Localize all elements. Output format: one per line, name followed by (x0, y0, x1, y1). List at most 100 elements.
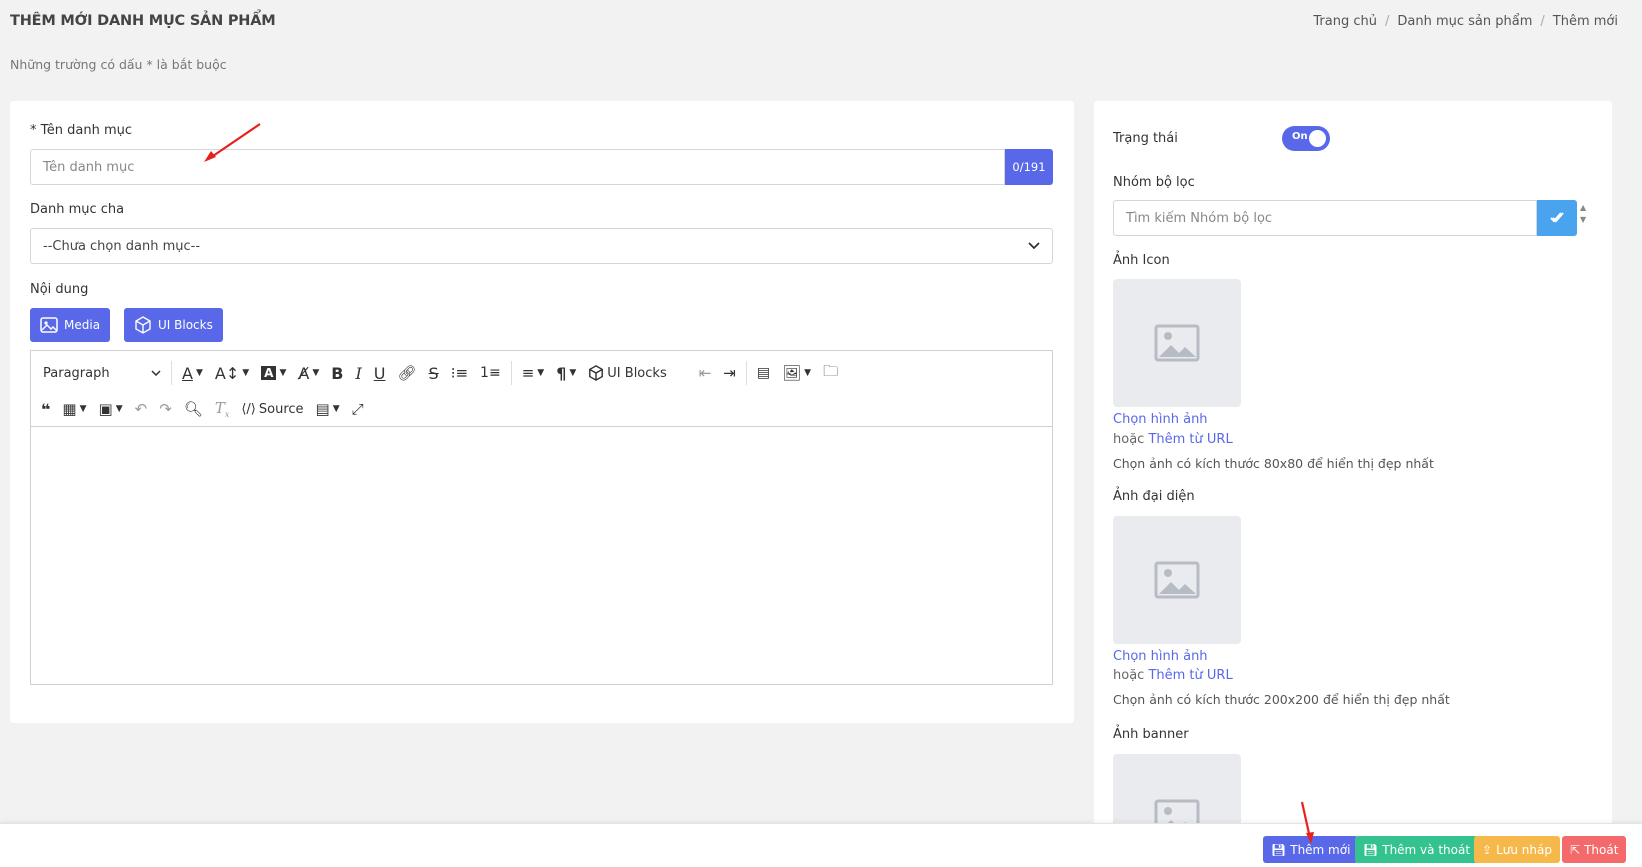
blockquote-button[interactable]: ❝ (31, 394, 56, 424)
avatar-choose-image-link[interactable]: Chọn hình ảnh (1113, 649, 1208, 664)
status-toggle-label: On (1292, 131, 1308, 142)
parent-select-value: --Chưa chọn danh mục-- (43, 238, 201, 254)
chevron-down-icon (1028, 242, 1040, 250)
align-button[interactable]: ≡ ▼ (516, 358, 551, 388)
breadcrumb: Trang chủ / Danh mục sản phẩm / Thêm mới (1313, 14, 1618, 29)
filter-spinner[interactable]: ▲ ▼ (1580, 202, 1586, 226)
parent-label: Danh mục cha (30, 202, 125, 217)
remove-format-icon: Tx (214, 399, 230, 419)
html-embed-icon: ▤ (756, 365, 771, 381)
chevron-down-icon: ▼ (242, 368, 250, 378)
ui-blocks-button[interactable]: UI Blocks (124, 308, 223, 342)
breadcrumb-category[interactable]: Danh mục sản phẩm (1397, 14, 1532, 29)
italic-icon: I (355, 363, 362, 383)
chevron-down-icon: ▼ (195, 368, 203, 378)
font-size-button[interactable]: A↕ ▼ (209, 358, 255, 388)
name-field-group: Tên danh mục 0/191 (30, 149, 1053, 185)
chevron-down-icon: ▼ (79, 404, 87, 414)
fullscreen-button[interactable]: ⤢ (346, 394, 370, 424)
chevron-down-icon: ▼ (312, 368, 320, 378)
toggle-knob (1309, 130, 1326, 147)
fullscreen-icon: ⤢ (351, 400, 364, 418)
avatar-or-text: hoặc (1113, 668, 1145, 683)
find-replace-button[interactable]: 🔍︎ (178, 394, 209, 424)
annotation-arrow (1300, 801, 1314, 844)
icon-image-label: Ảnh Icon (1113, 253, 1170, 268)
indent-button[interactable]: ⇥ (717, 358, 742, 388)
redo-button[interactable]: ↷ (153, 394, 178, 424)
avatar-add-url-link[interactable]: Thêm từ URL (1148, 668, 1232, 683)
font-color-button[interactable]: A ▼ (176, 358, 209, 388)
indent-icon: ⇥ (723, 364, 736, 382)
bulleted-list-icon: ⁝≡ (450, 364, 469, 382)
icon-url-line: hoặc Thêm từ URL (1113, 432, 1233, 447)
spinner-down-icon[interactable]: ▼ (1580, 214, 1586, 226)
table-button[interactable]: ▦ ▼ (56, 394, 92, 424)
toolbar-separator (745, 361, 747, 385)
status-toggle[interactable]: On (1282, 126, 1330, 151)
undo-button[interactable]: ↶ (129, 394, 154, 424)
link-button[interactable]: 🔗︎ (392, 358, 423, 388)
parent-select[interactable]: --Chưa chọn danh mục-- (30, 228, 1053, 264)
exit-button[interactable]: ⇱ Thoát (1562, 836, 1627, 863)
name-counter: 0/191 (1005, 149, 1053, 185)
table-icon: ▦ (62, 400, 77, 418)
toolbar-separator (171, 361, 172, 385)
media-embed-icon: ▣ (98, 400, 113, 418)
filter-group-search-input[interactable]: Tìm kiếm Nhóm bộ lọc (1113, 200, 1537, 236)
spinner-up-icon[interactable]: ▲ (1580, 202, 1586, 214)
chevron-down-icon: ▼ (115, 404, 123, 414)
background-color-button[interactable]: A ▼ (255, 358, 292, 388)
banner-image-label: Ảnh banner (1113, 727, 1189, 742)
html-embed-button[interactable]: ▤ (751, 358, 776, 388)
bulleted-list-button[interactable]: ⁝≡ (445, 358, 474, 388)
outdent-button[interactable]: ⇤ (693, 358, 718, 388)
find-replace-icon: 🔍︎ (183, 400, 203, 418)
image-icon (40, 317, 58, 333)
outdent-icon: ⇤ (698, 364, 712, 382)
chevron-down-icon: ▼ (804, 368, 812, 378)
bold-button[interactable]: B (325, 358, 349, 388)
media-button[interactable]: Media (30, 308, 111, 342)
source-button[interactable]: ⟨/⟩ Source (235, 394, 309, 424)
font-color-icon: A (182, 363, 193, 383)
insert-image-button[interactable]: 🖼︎ ▼ (776, 358, 817, 388)
breadcrumb-home[interactable]: Trang chủ (1313, 14, 1377, 29)
editor-content-area[interactable] (31, 427, 1052, 684)
remove-format-button[interactable]: Tx (209, 394, 236, 424)
name-input[interactable]: Tên danh mục (30, 149, 1005, 185)
avatar-image-placeholder[interactable] (1113, 516, 1241, 644)
strikethrough-icon: S (428, 363, 439, 383)
image-placeholder-icon (1154, 561, 1200, 599)
bold-icon: B (331, 363, 344, 383)
filter-select-button[interactable] (1537, 200, 1577, 236)
paragraph-button[interactable]: ¶ ▼ (550, 358, 582, 388)
save-icon: 💾︎ (1271, 842, 1287, 857)
strikethrough-button[interactable]: S (423, 358, 445, 388)
icon-choose-image-link[interactable]: Chọn hình ảnh (1113, 412, 1208, 427)
file-manager-button[interactable]: 🗀 (817, 358, 844, 388)
font-size-icon: A↕ (214, 363, 240, 383)
icon-add-url-link[interactable]: Thêm từ URL (1148, 432, 1232, 447)
underline-icon: U (373, 363, 386, 383)
editor-ui-blocks-button[interactable]: UI Blocks (582, 358, 672, 388)
font-family-button[interactable]: A̸ ▼ (292, 358, 325, 388)
underline-button[interactable]: U (368, 358, 392, 388)
media-embed-button[interactable]: ▣ ▼ (93, 394, 129, 424)
breadcrumb-separator: / (1540, 14, 1545, 29)
add-and-exit-button[interactable]: 💾︎ Thêm và thoát (1355, 836, 1479, 863)
save-draft-button[interactable]: ⇪ Lưu nháp (1474, 836, 1560, 863)
icon-hint: Chọn ảnh có kích thước 80x80 để hiển thị… (1113, 456, 1434, 471)
paragraph-select[interactable]: Paragraph (31, 358, 167, 388)
annotation-arrow (204, 123, 261, 162)
filter-group-label: Nhóm bộ lọc (1113, 175, 1195, 190)
check-double-icon (1550, 212, 1564, 223)
undo-icon: ↶ (134, 400, 148, 418)
cube-icon (135, 316, 151, 334)
avatar-url-line: hoặc Thêm từ URL (1113, 668, 1233, 683)
italic-button[interactable]: I (349, 358, 367, 388)
chevron-down-icon: ▼ (332, 404, 340, 414)
numbered-list-button[interactable]: 1≡ (474, 358, 507, 388)
template-button[interactable]: ▤ ▼ (310, 394, 346, 424)
icon-image-placeholder[interactable] (1113, 279, 1241, 407)
